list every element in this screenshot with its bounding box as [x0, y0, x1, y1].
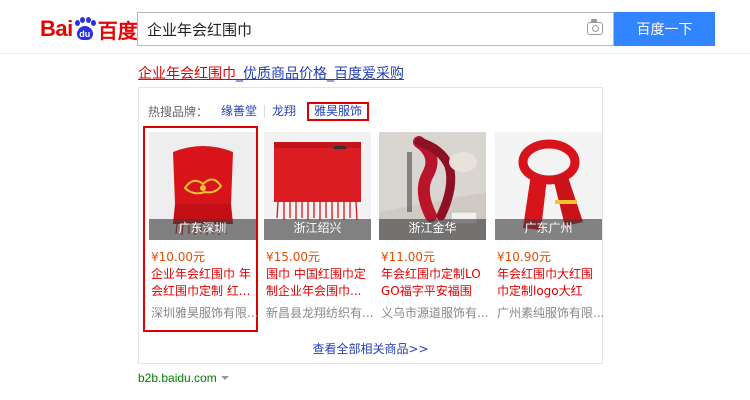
- view-all-products-link[interactable]: 查看全部相关商品>>: [139, 340, 602, 357]
- result-title-link[interactable]: 企业年会红围巾_优质商品价格_百度爱采购: [138, 63, 404, 83]
- product-name[interactable]: 企业年会红围巾 年会红围巾定制 红...: [151, 266, 258, 300]
- paw-icon: du: [74, 17, 96, 41]
- header-divider: [0, 53, 750, 54]
- product-name[interactable]: 年会红围巾定制LOGO福字平安福围: [381, 266, 488, 300]
- chevron-down-icon[interactable]: [220, 376, 229, 380]
- product-location: 广东广州: [495, 219, 602, 240]
- product-location: 广东深圳: [149, 219, 256, 240]
- product-location: 浙江绍兴: [264, 219, 371, 240]
- search-button[interactable]: 百度一下: [614, 12, 715, 46]
- product-price: ¥15.00元: [266, 250, 320, 264]
- brand-link-yahao[interactable]: 雅昊服饰: [307, 102, 370, 121]
- product-image[interactable]: 浙江绍兴: [264, 132, 371, 240]
- product-name[interactable]: 围巾 中国红围巾定制企业年会围巾...: [266, 266, 373, 300]
- product-price: ¥11.00元: [381, 250, 435, 264]
- result-url-text: b2b.baidu.com: [138, 371, 217, 385]
- search-box: [137, 12, 614, 46]
- product-shop: 义乌市源道服饰有...: [381, 306, 488, 320]
- product-shop: 深圳雅昊服饰有限...: [151, 306, 258, 320]
- camera-icon[interactable]: [587, 19, 603, 35]
- result-title-rest: _优质商品价格_百度爱采购: [236, 66, 404, 82]
- product-name[interactable]: 年会红围巾大红围巾定制logo大红色...: [497, 266, 604, 300]
- hot-brands-label: 热搜品牌：: [148, 105, 209, 119]
- product-image[interactable]: 浙江金华: [379, 132, 486, 240]
- product-price: ¥10.90元: [497, 250, 551, 264]
- product-location: 浙江金华: [379, 219, 486, 240]
- result-title-highlight: 企业年会红围巾: [138, 66, 236, 82]
- product-shop: 新昌县龙翔纺织有...: [266, 306, 373, 320]
- logo-text-cn: 百度: [97, 18, 138, 43]
- brand-link-yuanshantang[interactable]: 缘善堂: [214, 105, 264, 118]
- product-item[interactable]: 广东深圳 ¥10.00元 企业年会红围巾 年会红围巾定制 红... 深圳雅昊服饰…: [143, 126, 258, 332]
- result-url[interactable]: b2b.baidu.com: [138, 371, 229, 385]
- brand-link-longxiang[interactable]: 龙翔: [264, 105, 303, 118]
- product-image[interactable]: 广东广州: [495, 132, 602, 240]
- baidu-logo[interactable]: Bai du 百度: [40, 12, 138, 46]
- search-input[interactable]: [138, 13, 578, 45]
- hot-brands: 热搜品牌： 缘善堂 龙翔 雅昊服饰: [148, 102, 370, 121]
- product-card: 热搜品牌： 缘善堂 龙翔 雅昊服饰 广东深圳 ¥10.00元 企业年会红围巾 年…: [138, 87, 604, 364]
- product-image[interactable]: 广东深圳: [149, 132, 256, 240]
- logo-text-du: du: [79, 29, 91, 39]
- product-shop: 广州素纯服饰有限...: [497, 306, 604, 320]
- product-list: 广东深圳 ¥10.00元 企业年会红围巾 年会红围巾定制 红... 深圳雅昊服饰…: [142, 126, 604, 332]
- product-price: ¥10.00元: [151, 250, 205, 264]
- logo-text-bai: Bai: [40, 16, 73, 41]
